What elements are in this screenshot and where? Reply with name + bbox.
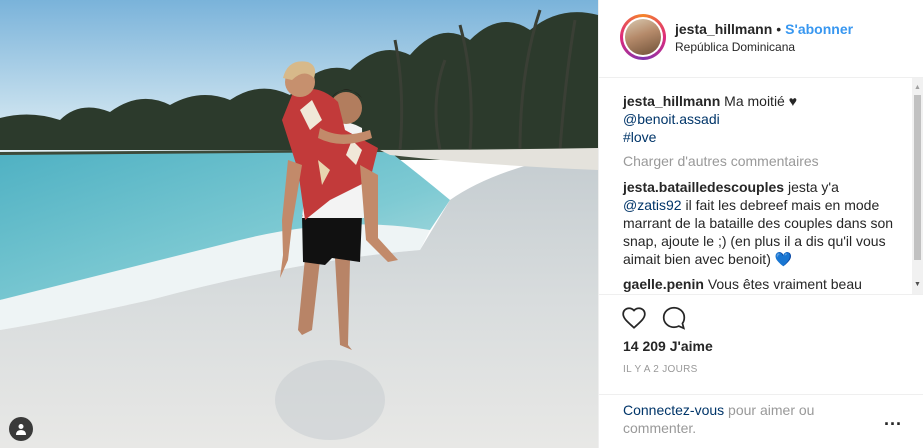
location-link[interactable]: República Dominicana [675,40,795,54]
beach-photo [0,0,598,448]
scroll-thumb[interactable] [914,95,921,260]
load-more-comments-button[interactable]: Charger d'autres commentaires [623,153,819,169]
caption-hashtag[interactable]: #love [623,129,656,145]
caption: jesta_hillmann Ma moitié ♥ @benoit.assad… [623,92,893,146]
heart-icon[interactable] [621,305,647,331]
follow-button[interactable]: S'abonner [785,21,853,37]
login-text: Connectez-vous pour aimer ou commenter. [623,401,863,437]
comment-username[interactable]: jesta.batailledescouples [623,179,784,195]
comment-text: jesta y'a [787,179,839,195]
post-side-panel: jesta_hillmann • S'abonner República Domin… [598,0,923,448]
post-actions: 14 209 J'aime IL Y A 2 JOURS [599,294,923,394]
post-timestamp[interactable]: IL Y A 2 JOURS [623,364,698,375]
separator-dot: • [776,21,782,37]
comments-scrollbar[interactable]: ▲ ▼ [912,78,923,294]
login-link[interactable]: Connectez-vous [623,402,724,418]
header-username[interactable]: jesta_hillmann [675,21,772,37]
header-user-line: jesta_hillmann • S'abonner [675,21,853,37]
comment-icon[interactable] [661,305,687,331]
comment-item: gaelle.penin Vous êtes vraiment beau [623,275,893,293]
comment-item: jesta.batailledescouples jesta y'a @zati… [623,178,895,268]
comment-mention[interactable]: @zatis92 [623,197,682,213]
post-header: jesta_hillmann • S'abonner República Domin… [599,0,923,78]
comment-text: Vous êtes vraiment beau [707,276,862,292]
scroll-up-arrow-icon[interactable]: ▲ [914,84,921,91]
caption-text: Ma moitié ♥ [724,93,798,109]
user-tag-icon[interactable] [9,417,33,441]
likes-count[interactable]: 14 209 J'aime [623,338,713,354]
login-prompt: Connectez-vous pour aimer ou commenter. … [599,394,923,448]
avatar[interactable] [620,14,666,60]
more-options-icon[interactable]: ... [884,409,902,430]
comment-username[interactable]: gaelle.penin [623,276,704,292]
caption-username[interactable]: jesta_hillmann [623,93,720,109]
comments-list: jesta_hillmann Ma moitié ♥ @benoit.assad… [599,78,923,294]
scroll-down-arrow-icon[interactable]: ▼ [914,281,921,288]
post-photo[interactable] [0,0,598,448]
caption-mention[interactable]: @benoit.assadi [623,111,720,127]
